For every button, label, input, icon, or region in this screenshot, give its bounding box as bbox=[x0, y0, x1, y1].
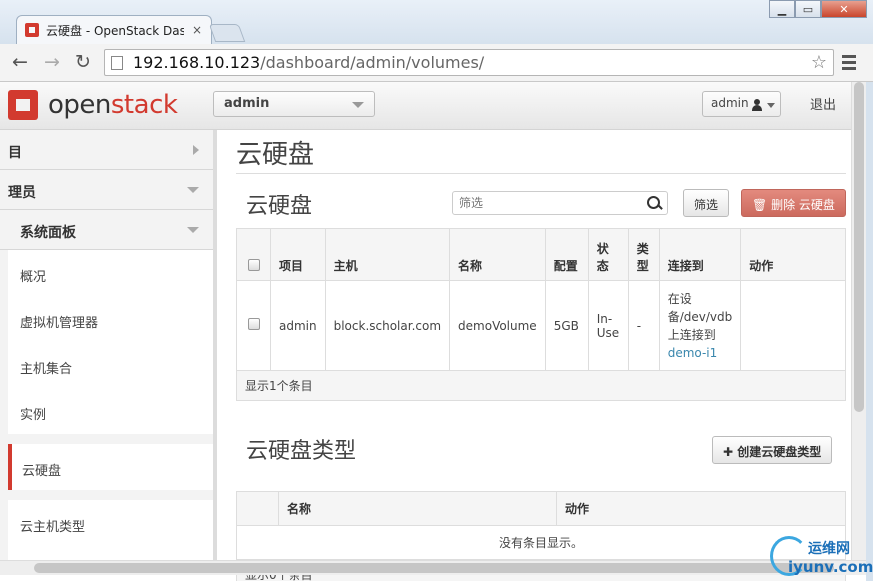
attached-instance-link[interactable]: demo-i1 bbox=[668, 346, 718, 360]
column-header-attached-to[interactable]: 连接到 bbox=[658, 228, 742, 281]
vertical-scroll-thumb[interactable] bbox=[854, 82, 864, 412]
sidebar-item-instances[interactable]: 实例 bbox=[8, 388, 213, 434]
sidebar-item-images[interactable]: 镜像 bbox=[8, 546, 213, 560]
url-host: 192.168.10.123 bbox=[133, 53, 261, 72]
logo-text: openstack bbox=[48, 90, 178, 120]
minimize-button[interactable]: ▁ bbox=[769, 0, 795, 18]
sidebar: 目 理员 系统面板 概况 虚拟机管理器 主机集合 实例 云硬盘 云主机类型 镜像 bbox=[0, 130, 217, 560]
trash-icon: 🗑 bbox=[752, 198, 772, 212]
vertical-scrollbar[interactable] bbox=[851, 82, 866, 560]
column-header-name[interactable]: 名称 bbox=[449, 228, 546, 281]
column-header-status[interactable]: 状态 bbox=[587, 228, 629, 281]
main-content: 云硬盘 云硬盘 筛选 🗑 删除 云硬盘 项目 主机 名称 配置 状态 类型 连接… bbox=[236, 130, 846, 581]
sidebar-item-hypervisors[interactable]: 虚拟机管理器 bbox=[8, 296, 213, 342]
column-header-actions: 动作 bbox=[740, 228, 846, 281]
filter-input[interactable] bbox=[452, 191, 668, 215]
cell-actions bbox=[740, 280, 846, 371]
delete-volumes-button[interactable]: 🗑 删除 云硬盘 bbox=[741, 189, 846, 217]
sidebar-items: 概况 虚拟机管理器 主机集合 实例 云硬盘 云主机类型 镜像 bbox=[0, 250, 213, 560]
cell-project: admin bbox=[270, 280, 326, 371]
user-menu-button[interactable]: admin bbox=[702, 91, 781, 117]
page-icon bbox=[111, 55, 123, 70]
column-header-type[interactable]: 类型 bbox=[627, 228, 660, 281]
column-header-size[interactable]: 配置 bbox=[544, 228, 589, 281]
logout-link[interactable]: 退出 bbox=[810, 94, 836, 113]
volumes-table: 项目 主机 名称 配置 状态 类型 连接到 动作 admin block.sch… bbox=[236, 228, 846, 401]
cell-status: In-Use bbox=[587, 280, 629, 371]
watermark-logo: 运维网 iyunv.com bbox=[770, 536, 873, 580]
horizontal-scrollbar[interactable] bbox=[0, 560, 866, 575]
openstack-logo[interactable]: openstack bbox=[8, 90, 178, 120]
cell-type: - bbox=[627, 280, 660, 371]
sidebar-section-system-panel[interactable]: 系统面板 bbox=[0, 210, 213, 250]
cell-attached-to: 在设备/dev/vdb上连接到demo-i1 bbox=[658, 280, 742, 371]
address-bar[interactable]: 192.168.10.123/dashboard/admin/volumes/ … bbox=[104, 49, 834, 76]
cell-host: block.scholar.com bbox=[324, 280, 451, 371]
url-path: /dashboard/admin/volumes/ bbox=[260, 53, 485, 72]
chevron-right-icon bbox=[193, 145, 199, 155]
openstack-logo-icon bbox=[8, 90, 38, 120]
volume-types-section-title: 云硬盘类型 bbox=[246, 439, 357, 464]
column-header-project[interactable]: 项目 bbox=[270, 228, 326, 281]
row-checkbox[interactable] bbox=[247, 318, 260, 330]
create-volume-type-button[interactable]: ✚ 创建云硬盘类型 bbox=[712, 436, 833, 464]
forward-arrow-icon[interactable]: → bbox=[44, 52, 60, 72]
sidebar-section-project[interactable]: 目 bbox=[0, 130, 213, 170]
volume-name-link[interactable]: demoVolume bbox=[449, 280, 546, 371]
sidebar-section-admin[interactable]: 理员 bbox=[0, 170, 213, 210]
tab-title: 云硬盘 - OpenStack Das bbox=[46, 23, 184, 38]
sidebar-item-flavors[interactable]: 云主机类型 bbox=[8, 500, 213, 546]
chevron-down-icon bbox=[352, 102, 364, 108]
project-dropdown[interactable]: admin bbox=[213, 91, 375, 117]
table-row: admin block.scholar.com demoVolume 5GB I… bbox=[236, 280, 846, 371]
user-icon bbox=[752, 99, 762, 111]
filter-button[interactable]: 筛选 bbox=[683, 189, 730, 217]
horizontal-scroll-thumb[interactable] bbox=[34, 563, 834, 573]
search-icon[interactable] bbox=[647, 196, 661, 210]
empty-message: 没有条目显示。 bbox=[236, 525, 846, 560]
browser-menu-icon[interactable] bbox=[842, 55, 856, 73]
volumes-section-title: 云硬盘 bbox=[246, 194, 313, 219]
reload-icon[interactable]: ↻ bbox=[75, 52, 91, 72]
dashboard-header: openstack admin admin 退出 bbox=[0, 82, 851, 130]
window-controls: ▁ ▭ ✕ bbox=[769, 0, 867, 18]
project-name: admin bbox=[224, 96, 270, 111]
browser-toolbar: ← → ↻ 192.168.10.123/dashboard/admin/vol… bbox=[0, 44, 873, 82]
bookmark-star-icon[interactable]: ☆ bbox=[811, 52, 827, 73]
volumes-table-footer: 显示1个条目 bbox=[236, 370, 846, 401]
tab-close-icon[interactable]: × bbox=[192, 23, 202, 37]
close-window-button[interactable]: ✕ bbox=[821, 0, 867, 18]
chevron-down-icon bbox=[187, 187, 199, 193]
column-header-type-name[interactable]: 名称 bbox=[278, 491, 557, 526]
chevron-down-icon bbox=[187, 227, 199, 233]
select-all-checkbox[interactable] bbox=[247, 259, 260, 271]
sidebar-item-host-aggregates[interactable]: 主机集合 bbox=[8, 342, 213, 388]
column-header-type-actions: 动作 bbox=[556, 491, 846, 526]
maximize-button[interactable]: ▭ bbox=[795, 0, 821, 18]
user-name: admin bbox=[711, 96, 749, 110]
openstack-favicon-icon bbox=[25, 23, 39, 37]
user-caret-icon bbox=[767, 103, 775, 108]
back-arrow-icon[interactable]: ← bbox=[12, 52, 28, 72]
sidebar-item-volumes[interactable]: 云硬盘 bbox=[8, 444, 213, 490]
sidebar-item-overview[interactable]: 概况 bbox=[8, 250, 213, 296]
new-tab-button[interactable] bbox=[208, 24, 246, 42]
column-header-host[interactable]: 主机 bbox=[324, 228, 451, 281]
browser-tab[interactable]: 云硬盘 - OpenStack Das × bbox=[16, 15, 212, 44]
cell-size: 5GB bbox=[544, 280, 589, 371]
browser-titlebar: 云硬盘 - OpenStack Das × ▁ ▭ ✕ bbox=[0, 0, 873, 44]
page-title: 云硬盘 bbox=[236, 130, 846, 174]
plus-icon: ✚ bbox=[723, 445, 738, 459]
